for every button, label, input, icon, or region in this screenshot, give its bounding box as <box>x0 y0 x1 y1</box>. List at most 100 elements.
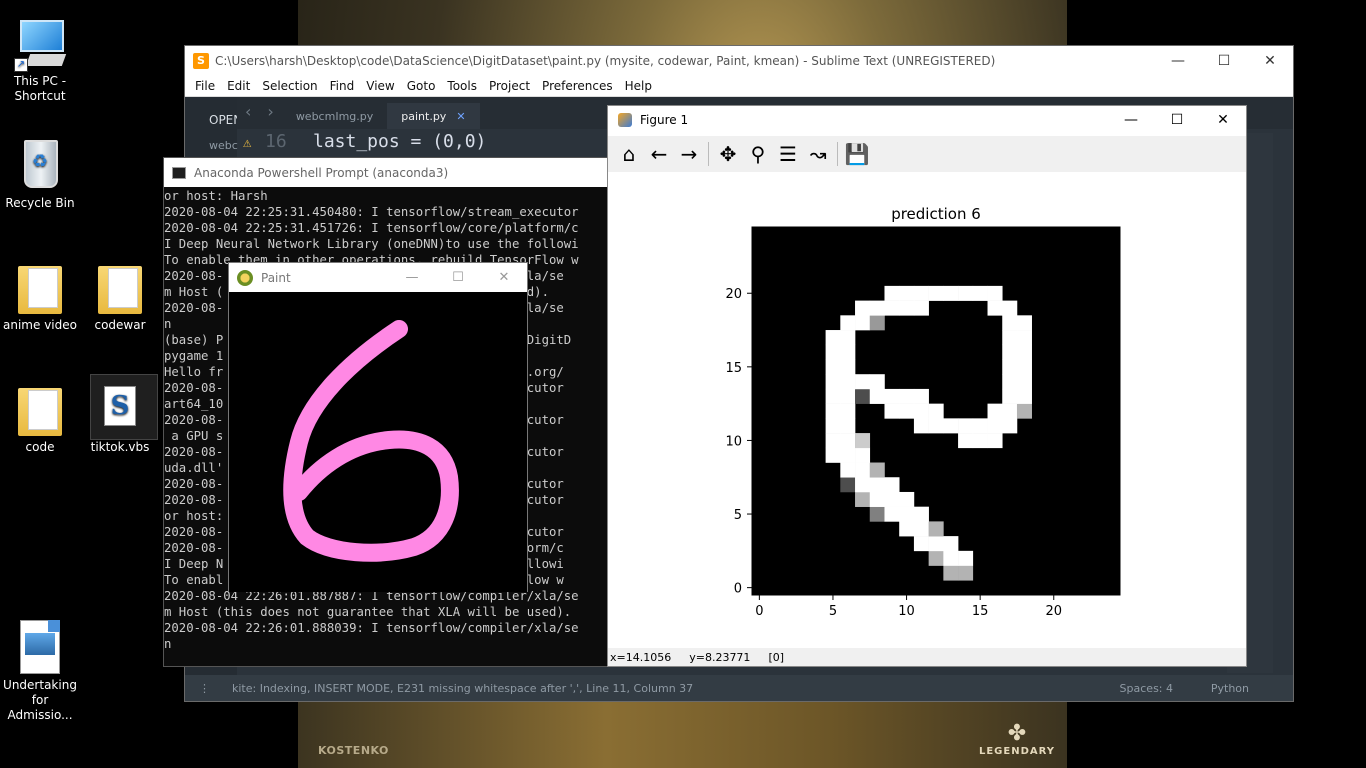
image-pixel <box>987 285 1003 301</box>
home-icon[interactable]: ⌂ <box>614 139 644 169</box>
image-pixel <box>1002 330 1018 346</box>
script-file-icon: S <box>90 374 158 440</box>
pygame-icon <box>237 269 253 286</box>
image-pixel <box>855 315 871 331</box>
image-pixel <box>869 315 885 331</box>
window-title: Anaconda Powershell Prompt (anaconda3) <box>194 165 449 180</box>
image-pixel <box>943 418 959 434</box>
image-pixel <box>840 403 856 419</box>
image-pixel <box>840 447 856 463</box>
menu-edit[interactable]: Edit <box>221 79 256 93</box>
desktop-icon-code[interactable]: code <box>0 380 80 455</box>
image-pixel <box>869 388 885 404</box>
maximize-button[interactable]: ☐ <box>1154 106 1200 134</box>
tab-paint[interactable]: paint.py ✕ <box>387 103 480 129</box>
image-pixel <box>899 506 915 522</box>
image-pixel <box>958 418 974 434</box>
edit-axis-icon[interactable]: ↝ <box>803 139 833 169</box>
close-tab-icon[interactable]: ✕ <box>456 110 465 123</box>
figure-toolbar: ⌂ ← → ✥ ⚲ ☰ ↝ 💾 <box>608 136 1246 172</box>
x-tick-label: 0 <box>755 604 763 619</box>
paint-title-bar[interactable]: Paint — ☐ ✕ <box>229 263 527 292</box>
sublime-title-bar[interactable]: S C:\Users\harsh\Desktop\code\DataScienc… <box>185 46 1293 75</box>
image-pixel <box>825 330 841 346</box>
image-pixel <box>958 565 974 581</box>
y-tick-label: 20 <box>725 287 742 302</box>
image-pixel <box>958 433 974 449</box>
close-button[interactable]: ✕ <box>481 263 527 292</box>
chevron-right-icon[interactable]: › <box>259 102 281 129</box>
image-pixel <box>972 418 988 434</box>
desktop-icon-this-pc[interactable]: ↗ This PC - Shortcut <box>0 14 80 104</box>
minimize-button[interactable]: — <box>1108 106 1154 134</box>
plot-area[interactable]: prediction 6 0 5 10 15 20 0 5 10 15 20 <box>608 172 1246 650</box>
desktop-icon-label: for Admissio... <box>7 693 73 722</box>
image-pixel <box>928 536 944 552</box>
maximize-button[interactable]: ☐ <box>435 263 481 292</box>
close-button[interactable]: ✕ <box>1247 46 1293 75</box>
image-pixel <box>869 374 885 390</box>
image-pixel <box>987 418 1003 434</box>
cursor-x-readout: x=14.1056 <box>610 650 672 664</box>
image-pixel <box>1016 315 1032 331</box>
configure-subplots-icon[interactable]: ☰ <box>773 139 803 169</box>
computer-icon: ↗ <box>14 14 67 72</box>
image-pixel <box>972 285 988 301</box>
menu-preferences[interactable]: Preferences <box>536 79 619 93</box>
zoom-icon[interactable]: ⚲ <box>743 139 773 169</box>
menu-selection[interactable]: Selection <box>256 79 323 93</box>
minimize-button[interactable]: — <box>1155 46 1201 75</box>
image-pixel <box>840 462 856 478</box>
status-indentation[interactable]: Spaces: 4 <box>1120 682 1173 695</box>
terminal-title-bar[interactable]: Anaconda Powershell Prompt (anaconda3) <box>164 158 609 187</box>
maximize-button[interactable]: ☐ <box>1201 46 1247 75</box>
image-pixel <box>825 447 841 463</box>
back-arrow-icon[interactable]: ← <box>644 139 674 169</box>
cursor-value-readout: [0] <box>768 650 785 664</box>
menu-view[interactable]: View <box>360 79 400 93</box>
tab-label: paint.py <box>401 109 447 123</box>
drawing-canvas[interactable] <box>229 292 527 592</box>
save-icon[interactable]: 💾 <box>842 139 872 169</box>
desktop-icon-label: Undertaking <box>3 678 77 692</box>
recycle-bin-icon: ♻ <box>14 136 66 194</box>
desktop-icon-codewar[interactable]: codewar <box>80 258 160 333</box>
forward-arrow-icon[interactable]: → <box>674 139 704 169</box>
image-pixel <box>1002 300 1018 316</box>
chevron-left-icon[interactable]: ‹ <box>237 102 259 129</box>
heatmap-chart: prediction 6 0 5 10 15 20 0 5 10 15 20 <box>725 205 1121 619</box>
desktop-icon-anime-video[interactable]: anime video <box>0 258 80 333</box>
image-pixel <box>913 388 929 404</box>
menu-help[interactable]: Help <box>619 79 658 93</box>
desktop-icon-recycle-bin[interactable]: ♻ Recycle Bin <box>0 136 80 211</box>
y-tick-label: 10 <box>725 434 742 449</box>
terminal-icon <box>172 166 186 179</box>
menu-find[interactable]: Find <box>324 79 361 93</box>
minimize-button[interactable]: — <box>389 263 435 292</box>
menu-project[interactable]: Project <box>483 79 536 93</box>
pan-icon[interactable]: ✥ <box>713 139 743 169</box>
desktop-icon-tiktok[interactable]: S tiktok.vbs <box>80 374 160 455</box>
sidebar-file[interactable]: webc <box>209 139 238 152</box>
wallpaper-logo: ✤ LEGENDARY <box>975 722 1059 758</box>
desktop-icon-undertaking[interactable]: Undertaking for Admissio... <box>0 618 80 723</box>
image-pixel <box>840 315 856 331</box>
close-button[interactable]: ✕ <box>1200 106 1246 134</box>
menu-file[interactable]: File <box>189 79 221 93</box>
image-pixel <box>855 447 871 463</box>
code-text[interactable]: last_pos = (0,0) <box>313 131 486 152</box>
figure-title-bar[interactable]: Figure 1 — ☐ ✕ <box>608 106 1246 134</box>
window-title: C:\Users\harsh\Desktop\code\DataScience\… <box>215 53 996 68</box>
image-pixel <box>1016 344 1032 360</box>
menu-goto[interactable]: Goto <box>401 79 442 93</box>
status-syntax[interactable]: Python <box>1211 682 1249 695</box>
menu-tools[interactable]: Tools <box>441 79 483 93</box>
image-pixel <box>1016 403 1032 419</box>
image-pixel <box>1016 330 1032 346</box>
panel-toggle-icon[interactable]: ⋮ <box>199 682 210 695</box>
cursor-y-readout: y=8.23771 <box>689 650 751 664</box>
image-pixel <box>928 418 944 434</box>
terminal-line: 2020-08-04 22:26:01.888039: I tensorflow… <box>164 621 579 635</box>
tab-webcmimg[interactable]: webcmImg.py <box>282 103 387 129</box>
image-pixel <box>869 477 885 493</box>
